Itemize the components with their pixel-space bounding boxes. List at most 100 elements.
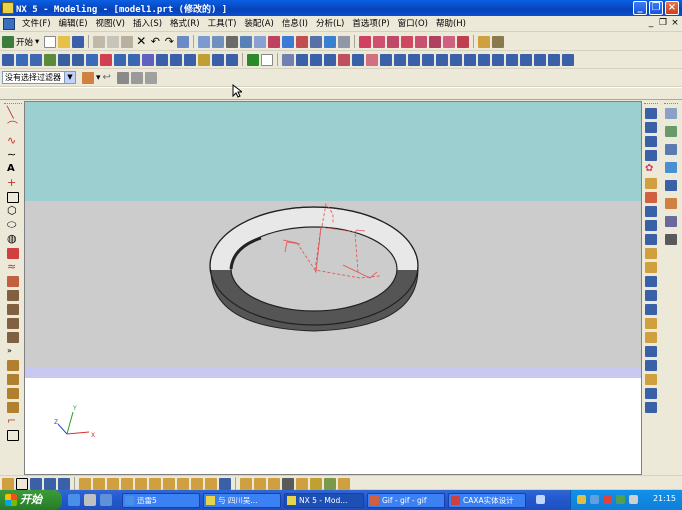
- redo-icon[interactable]: ↷: [163, 36, 175, 48]
- delete-icon[interactable]: ✕: [135, 35, 147, 48]
- snap-point-3-icon[interactable]: [387, 35, 400, 48]
- groove-icon[interactable]: [142, 53, 154, 66]
- menu-view[interactable]: 视图(V): [92, 18, 129, 30]
- spline-point-icon[interactable]: ∿: [7, 135, 19, 147]
- trim-icon[interactable]: [645, 206, 657, 217]
- offset-face-icon[interactable]: [450, 53, 462, 66]
- background-icon[interactable]: [338, 35, 351, 48]
- soft-blend-icon[interactable]: [645, 122, 657, 133]
- menu-information[interactable]: 信息(I): [278, 18, 312, 30]
- orient-view-icon[interactable]: [310, 35, 323, 48]
- wave-curve-icon[interactable]: ∼: [7, 149, 19, 161]
- tray-icon-3[interactable]: [603, 495, 612, 504]
- instance-icon[interactable]: [645, 234, 657, 245]
- move-object-icon[interactable]: [93, 477, 105, 490]
- smooth-spline-icon[interactable]: [7, 430, 19, 441]
- reset-filter-icon[interactable]: ↩: [103, 72, 115, 84]
- intersect-curve-icon[interactable]: [7, 318, 19, 329]
- color-icon[interactable]: [205, 477, 217, 490]
- type-filter-select[interactable]: 没有选择过滤器 ▼: [2, 71, 76, 84]
- offset-curve-icon[interactable]: [7, 276, 19, 287]
- polygon-icon[interactable]: ⬡: [7, 205, 19, 217]
- pattern-face-icon[interactable]: [520, 53, 532, 66]
- info-icon[interactable]: [310, 477, 322, 490]
- quicklaunch-media-icon[interactable]: [100, 494, 112, 506]
- layer-visible-in-view-icon[interactable]: [44, 477, 56, 490]
- snap-point-4-icon[interactable]: [401, 35, 414, 48]
- scale-icon[interactable]: [645, 192, 657, 203]
- work-layer-icon[interactable]: [58, 477, 70, 490]
- paste-face-icon[interactable]: [562, 53, 574, 66]
- hide-icon[interactable]: [135, 477, 147, 490]
- zoom-window-icon[interactable]: [226, 35, 239, 48]
- show-hide-icon[interactable]: [121, 477, 133, 490]
- doc-close-button[interactable]: ×: [670, 18, 680, 29]
- extrude-icon[interactable]: [44, 53, 56, 66]
- boss-icon[interactable]: [86, 53, 98, 66]
- edge-blend-icon[interactable]: [212, 53, 224, 66]
- split-icon[interactable]: [645, 220, 657, 231]
- rectangle-icon[interactable]: [7, 192, 19, 203]
- intersect-icon[interactable]: [184, 53, 196, 66]
- expression-icon[interactable]: [324, 477, 336, 490]
- check-geometry-icon[interactable]: [296, 477, 308, 490]
- subtract-icon[interactable]: [170, 53, 182, 66]
- face-icon[interactable]: [436, 53, 448, 66]
- edit-parameters-icon[interactable]: [296, 53, 308, 66]
- part-navigator-icon[interactable]: [665, 126, 677, 137]
- spline-icon[interactable]: [7, 248, 19, 259]
- pocket-icon[interactable]: [100, 53, 112, 66]
- pad-icon[interactable]: [114, 53, 126, 66]
- model-view[interactable]: X Y Z: [25, 102, 642, 475]
- volume-icon[interactable]: [629, 495, 638, 504]
- text-icon[interactable]: A: [7, 164, 19, 175]
- arc-icon[interactable]: ⌒: [7, 121, 19, 133]
- invert-shown-icon[interactable]: [163, 477, 175, 490]
- layer-visible-icon[interactable]: [492, 35, 505, 48]
- more-tools-icon[interactable]: »: [7, 346, 19, 357]
- new-file-icon[interactable]: [44, 35, 57, 48]
- web-browser-icon[interactable]: [665, 162, 677, 173]
- start-button[interactable]: 开始: [0, 490, 62, 510]
- document-icon[interactable]: [3, 18, 15, 30]
- quicklaunch-desktop-icon[interactable]: [84, 494, 96, 506]
- system-scenes-icon[interactable]: [665, 216, 677, 227]
- point-icon[interactable]: +: [7, 177, 19, 189]
- undo-icon[interactable]: ↶: [149, 36, 161, 48]
- rotate-icon[interactable]: [240, 35, 253, 48]
- menu-insert[interactable]: 插入(S): [129, 18, 166, 30]
- trim-body-icon[interactable]: [198, 53, 210, 66]
- snap-point-7-icon[interactable]: [443, 35, 456, 48]
- section-icon[interactable]: [282, 477, 294, 490]
- paste-icon[interactable]: [121, 35, 134, 48]
- doc-restore-button[interactable]: ❐: [658, 18, 668, 29]
- measure-angle-icon[interactable]: [254, 477, 266, 490]
- task-xunlei[interactable]: 迅雷5: [122, 493, 200, 508]
- trim-curve-icon[interactable]: [7, 360, 19, 371]
- task-sichuan[interactable]: 与 四川吴...: [203, 493, 281, 508]
- mirror-body-icon[interactable]: [645, 248, 657, 259]
- layer-settings-icon[interactable]: [478, 35, 491, 48]
- section-curve-icon[interactable]: [7, 332, 19, 343]
- snap-toggle-icon[interactable]: [130, 71, 143, 84]
- minimize-button[interactable]: _: [633, 1, 647, 15]
- layer-manager-icon[interactable]: [2, 477, 14, 490]
- assembly-navigator-icon[interactable]: [665, 108, 677, 119]
- offset-icon[interactable]: [645, 178, 657, 189]
- delete-face-icon[interactable]: [478, 53, 490, 66]
- sweep-icon[interactable]: [645, 374, 657, 385]
- blank-icon[interactable]: [177, 477, 189, 490]
- line-icon[interactable]: ╲: [7, 107, 19, 119]
- remove-parameters-icon[interactable]: [408, 53, 420, 66]
- body-icon[interactable]: [645, 402, 657, 413]
- show-all-icon[interactable]: [149, 477, 161, 490]
- sketch-icon[interactable]: [2, 53, 14, 66]
- rib-icon[interactable]: [645, 346, 657, 357]
- edit-feature-icon[interactable]: [282, 53, 294, 66]
- ellipse-icon[interactable]: ⬭: [7, 219, 19, 231]
- copy-to-layer-icon[interactable]: [30, 477, 42, 490]
- task-gif[interactable]: Gif - gif - gif: [367, 493, 445, 508]
- assembly-icon[interactable]: [247, 53, 259, 66]
- stretch-curve-icon[interactable]: [7, 402, 19, 413]
- hole-icon[interactable]: [72, 53, 84, 66]
